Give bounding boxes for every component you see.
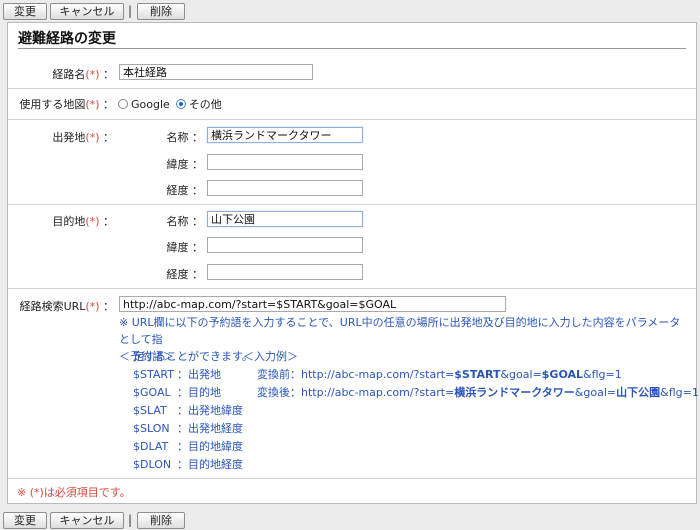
reserved-word-item: $SLAT ：出発地緯度 — [133, 404, 243, 417]
departure-name-label: 名称 ： — [166, 131, 204, 144]
cancel-button[interactable]: キャンセル — [50, 2, 124, 20]
radio-other-label: その他 — [188, 98, 222, 111]
reserved-words-header: ＜予約語＞ — [119, 350, 174, 363]
reserved-word-item: $DLON ：目的地経度 — [133, 458, 243, 471]
destination-lat-label: 緯度 ： — [166, 241, 204, 254]
radio-google-label: Google — [131, 97, 170, 111]
example-after: 変換後：http://abc-map.com/?start=横浜ランドマークタワ… — [257, 386, 699, 399]
cancel-button-bottom[interactable]: キャンセル — [50, 511, 124, 529]
departure-lon-input[interactable] — [207, 180, 363, 196]
reserved-word-item: $GOAL ：目的地 — [133, 386, 221, 399]
departure-lon-label: 経度 ： — [166, 184, 204, 197]
title-underline — [18, 48, 686, 49]
example-before: 変換前：http://abc-map.com/?start=$START&goa… — [257, 368, 622, 381]
reserved-word-item: $SLON ：出発地経度 — [133, 422, 243, 435]
search-url-input[interactable] — [119, 296, 506, 312]
route-name-input[interactable] — [119, 64, 313, 80]
map-radio-group: Google その他 — [118, 96, 228, 112]
example-header: ＜入力例＞ — [243, 350, 298, 363]
required-fields-note: ※ (*)は必須項目です。 — [17, 486, 131, 499]
row-divider — [8, 288, 696, 289]
url-note-line2: 定することができます。 — [133, 350, 253, 363]
bottom-toolbar: 変更 キャンセル | 削除 — [0, 510, 188, 530]
top-toolbar: 変更 キャンセル | 削除 — [0, 1, 188, 21]
departure-lat-label: 緯度 ： — [166, 158, 204, 171]
page-title: 避難経路の変更 — [18, 31, 116, 47]
map-select-label: 使用する地図(*) ： — [19, 98, 114, 111]
departure-lat-input[interactable] — [207, 154, 363, 170]
change-button-bottom[interactable]: 変更 — [3, 511, 47, 529]
example-list: 変換前：http://abc-map.com/?start=$START&goa… — [257, 366, 699, 402]
destination-name-input[interactable] — [207, 211, 363, 227]
destination-lat-input[interactable] — [207, 237, 363, 253]
destination-lon-input[interactable] — [207, 264, 363, 280]
url-note: ※ URL欄に以下の予約語を入力することで、URL中の任意の場所に出発地及び目的… — [119, 314, 689, 365]
row-divider — [8, 204, 696, 205]
radio-other[interactable] — [175, 99, 186, 109]
row-divider — [8, 88, 696, 89]
change-button[interactable]: 変更 — [3, 2, 47, 20]
reserved-word-item: $DLAT ：目的地緯度 — [133, 440, 243, 453]
delete-button-bottom[interactable]: 削除 — [137, 511, 186, 529]
row-divider — [8, 478, 696, 479]
route-name-label: 経路名(*) ： — [52, 68, 114, 81]
departure-label: 出発地(*) ： — [52, 131, 114, 144]
toolbar-separator-bottom: | — [128, 513, 133, 527]
toolbar-separator: | — [128, 4, 133, 18]
reserved-word-item: $START ：出発地 — [133, 368, 221, 381]
departure-name-input[interactable] — [207, 127, 363, 143]
radio-google[interactable] — [118, 99, 128, 109]
search-url-label: 経路検索URL(*) ： — [19, 300, 114, 313]
url-note-line1: ※ URL欄に以下の予約語を入力することで、URL中の任意の場所に出発地及び目的… — [119, 316, 681, 346]
destination-label: 目的地(*) ： — [52, 215, 114, 228]
delete-button[interactable]: 削除 — [137, 2, 186, 20]
reserved-words-list: $START ：出発地 $GOAL ：目的地 $SLAT ：出発地緯度 $SLON ：出… — [133, 366, 243, 474]
destination-lon-label: 経度 ： — [166, 268, 204, 281]
row-divider — [8, 119, 696, 120]
destination-name-label: 名称 ： — [166, 215, 204, 228]
edit-route-panel: 避難経路の変更 経路名(*) ： 使用する地図(*) ： Google その他 … — [7, 22, 699, 504]
